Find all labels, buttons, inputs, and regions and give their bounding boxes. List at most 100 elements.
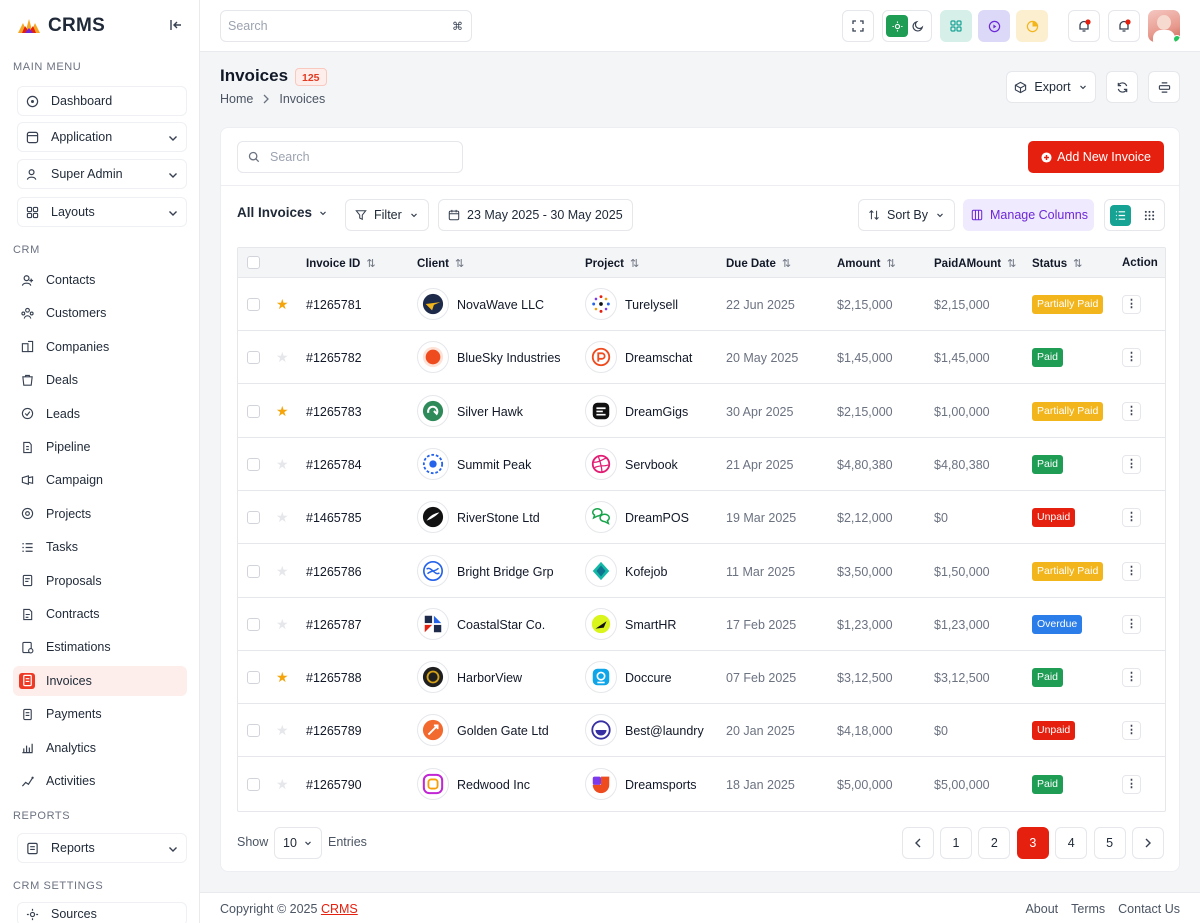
table-row[interactable]: ★ #1265784 Summit Peak Servbook 21 Apr 2025 $… [238, 438, 1165, 491]
footer-link-about[interactable]: About [1025, 902, 1058, 916]
project-name[interactable]: Best@laundry [625, 724, 704, 738]
row-actions-button[interactable]: ⋮ [1122, 614, 1141, 634]
invoice-id[interactable]: #1265782 [306, 351, 362, 365]
header-project[interactable]: Project ⇅ [585, 257, 639, 271]
row-checkbox[interactable] [247, 351, 260, 365]
client-name[interactable]: CoastalStar Co. [457, 618, 545, 632]
header-invoice-id[interactable]: Invoice ID ⇅ [306, 257, 376, 271]
table-row[interactable]: ★ #1265787 CoastalStar Co. SmartHR 17 Feb 20… [238, 598, 1165, 651]
star-icon[interactable]: ★ [276, 670, 289, 684]
apps-button[interactable] [940, 10, 972, 42]
star-icon[interactable]: ★ [276, 350, 289, 364]
theme-toggle[interactable] [882, 10, 932, 42]
sidebar-item-pipeline[interactable]: Pipeline [13, 432, 187, 462]
invoice-id[interactable]: #1265781 [306, 298, 362, 312]
fullscreen-button[interactable] [842, 10, 874, 42]
client-name[interactable]: NovaWave LLC [457, 298, 544, 312]
sidebar-item-super-admin[interactable]: Super Admin [17, 159, 187, 189]
star-icon[interactable]: ★ [276, 617, 289, 631]
collapse-header-button[interactable] [1148, 71, 1180, 103]
row-actions-button[interactable]: ⋮ [1122, 508, 1141, 528]
sidebar-item-proposals[interactable]: Proposals [13, 566, 187, 596]
header-client[interactable]: Client ⇅ [417, 257, 464, 271]
project-name[interactable]: SmartHR [625, 618, 676, 632]
project-name[interactable]: Servbook [625, 458, 678, 472]
page-button-2[interactable]: 2 [978, 827, 1011, 859]
refresh-button[interactable] [1106, 71, 1138, 103]
footer-link-terms[interactable]: Terms [1071, 902, 1105, 916]
client-name[interactable]: RiverStone Ltd [457, 511, 540, 525]
page-button-5[interactable]: 5 [1093, 827, 1126, 859]
sidebar-item-leads[interactable]: Leads [13, 399, 187, 429]
client-name[interactable]: Summit Peak [457, 458, 531, 472]
row-actions-button[interactable]: ⋮ [1122, 348, 1141, 368]
invoice-id[interactable]: #1265784 [306, 458, 362, 472]
star-icon[interactable]: ★ [276, 510, 289, 524]
sidebar-item-customers[interactable]: Customers [13, 298, 187, 328]
client-name[interactable]: HarborView [457, 671, 522, 685]
sidebar-item-projects[interactable]: Projects [13, 499, 187, 529]
all-invoices-dropdown[interactable]: All Invoices [237, 205, 328, 220]
sidebar-item-contracts[interactable]: Contracts [13, 599, 187, 629]
play-button[interactable] [978, 10, 1010, 42]
sidebar-item-reports[interactable]: Reports [17, 833, 187, 863]
list-view-icon[interactable] [1110, 205, 1131, 226]
star-icon[interactable]: ★ [276, 777, 289, 791]
star-icon[interactable]: ★ [276, 564, 289, 578]
sidebar-item-companies[interactable]: Companies [13, 332, 187, 362]
row-checkbox[interactable] [247, 511, 260, 525]
row-checkbox[interactable] [247, 724, 260, 738]
invoice-id[interactable]: #1265787 [306, 618, 362, 632]
notifications-button[interactable] [1068, 10, 1100, 42]
header-paid-amount[interactable]: PaidAMount ⇅ [934, 257, 1016, 271]
next-page-button[interactable] [1132, 827, 1164, 859]
header-due-date[interactable]: Due Date ⇅ [726, 257, 791, 271]
sidebar-item-dashboard[interactable]: Dashboard [17, 86, 187, 116]
row-checkbox[interactable] [247, 777, 260, 791]
row-actions-button[interactable]: ⋮ [1122, 295, 1141, 314]
collapse-sidebar-icon[interactable] [168, 18, 184, 34]
client-name[interactable]: Redwood Inc [457, 778, 530, 792]
footer-link-contact[interactable]: Contact Us [1118, 902, 1180, 916]
page-button-3[interactable]: 3 [1016, 827, 1049, 859]
user-avatar[interactable] [1148, 10, 1180, 42]
invoice-search-input[interactable]: Search [237, 141, 463, 173]
invoice-id[interactable]: #1265788 [306, 671, 362, 685]
row-actions-button[interactable]: ⋮ [1122, 561, 1141, 581]
star-icon[interactable]: ★ [276, 723, 289, 737]
project-name[interactable]: Kofejob [625, 565, 667, 579]
dark-mode-icon[interactable] [912, 19, 926, 33]
table-row[interactable]: ★ #1265783 Silver Hawk DreamGigs 30 Apr 2025… [238, 385, 1165, 438]
sidebar-item-tasks[interactable]: Tasks [13, 532, 187, 562]
light-mode-icon[interactable] [886, 15, 908, 37]
header-status[interactable]: Status ⇅ [1032, 257, 1082, 271]
row-actions-button[interactable]: ⋮ [1122, 668, 1141, 688]
client-name[interactable]: Silver Hawk [457, 405, 523, 419]
sidebar-item-payments[interactable]: Payments [13, 699, 187, 729]
alerts-button[interactable] [1108, 10, 1140, 42]
invoice-id[interactable]: #1265790 [306, 778, 362, 792]
app-logo[interactable]: CRMS [16, 14, 105, 38]
row-actions-button[interactable]: ⋮ [1122, 721, 1141, 741]
entries-per-page-select[interactable]: 10 [274, 827, 322, 859]
row-checkbox[interactable] [247, 457, 260, 471]
grid-view-icon[interactable] [1139, 205, 1160, 226]
client-name[interactable]: Bright Bridge Grp [457, 565, 554, 579]
row-checkbox[interactable] [247, 298, 260, 311]
row-actions-button[interactable]: ⋮ [1122, 454, 1141, 474]
invoice-id[interactable]: #1265789 [306, 724, 362, 738]
select-all-checkbox[interactable] [247, 256, 260, 269]
sidebar-item-layouts[interactable]: Layouts [17, 197, 187, 227]
sidebar-item-estimations[interactable]: Estimations [13, 632, 187, 662]
invoice-id[interactable]: #1265783 [306, 405, 362, 419]
sidebar-item-campaign[interactable]: Campaign [13, 465, 187, 495]
project-name[interactable]: Dreamschat [625, 351, 692, 365]
prev-page-button[interactable] [902, 827, 934, 859]
table-row[interactable]: ★ #1265782 BlueSky Industries Dreamschat 20 … [238, 331, 1165, 385]
star-icon[interactable]: ★ [276, 457, 289, 471]
sidebar-item-invoices[interactable]: Invoices [13, 665, 187, 696]
sidebar-item-deals[interactable]: Deals [13, 365, 187, 395]
add-new-invoice-button[interactable]: Add New Invoice [1028, 141, 1164, 173]
table-row[interactable]: ★ #1265790 Redwood Inc Dreamsports 18 Jan 20… [238, 758, 1165, 811]
sidebar-item-contacts[interactable]: Contacts [13, 265, 187, 295]
